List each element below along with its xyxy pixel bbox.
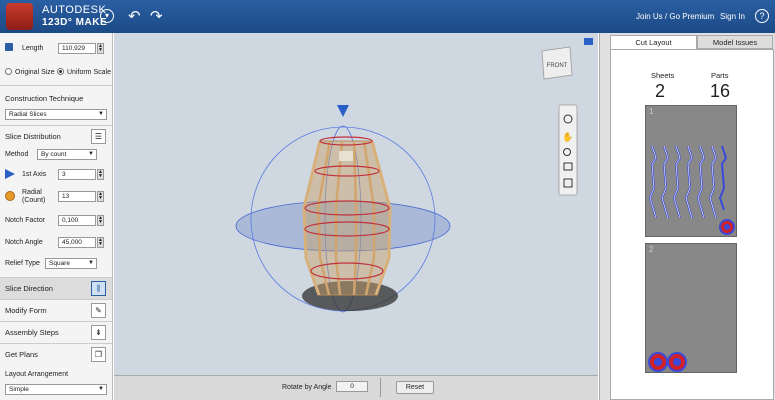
assembly-steps-icon[interactable]: ⇟ bbox=[91, 325, 106, 340]
get-plans-icon[interactable]: ❐ bbox=[91, 347, 106, 362]
radial-label: Radial bbox=[22, 189, 42, 196]
slice-distribution-section: Slice Distribution ☰ Method By count ▼ 1s… bbox=[0, 125, 112, 277]
brand-autodesk: AUTODESK bbox=[42, 4, 107, 16]
sheet-2-parts bbox=[648, 352, 687, 372]
construction-section: Construction Technique Radial Slices ▼ bbox=[0, 85, 112, 125]
layout-arrangement-label: Layout Arrangement bbox=[5, 371, 69, 378]
view-cube[interactable]: FRONT bbox=[541, 46, 573, 80]
help-icon[interactable]: ? bbox=[755, 9, 769, 23]
chevron-down-icon[interactable]: ▾ bbox=[100, 9, 114, 23]
construction-value: Radial Slices bbox=[9, 111, 47, 118]
radial-count-label: (Count) bbox=[22, 197, 46, 204]
sheets-label: Sheets bbox=[651, 71, 675, 80]
axis1-label: 1st Axis bbox=[22, 171, 47, 178]
parts-label: Parts bbox=[711, 71, 729, 80]
method-value: By count bbox=[41, 151, 67, 158]
tab-model-issues[interactable]: Model Issues bbox=[697, 35, 773, 49]
slice-direction-label: Slice Direction bbox=[5, 284, 53, 293]
tab-cut-layout[interactable]: Cut Layout bbox=[610, 35, 697, 49]
angle-input[interactable]: 0 bbox=[336, 381, 368, 392]
length-icon bbox=[5, 43, 13, 51]
view-cube-front-label: FRONT bbox=[547, 63, 568, 69]
undo-icon[interactable]: ↶ bbox=[128, 7, 141, 25]
viewport-expand-icon[interactable] bbox=[584, 38, 593, 45]
length-input[interactable]: 110,929 bbox=[58, 43, 96, 54]
modify-form-icon[interactable]: ✎ bbox=[91, 303, 106, 318]
lamp-model[interactable] bbox=[302, 136, 392, 296]
left-panel: Length 110,929 ▲ ▼ Original Size Uniform … bbox=[0, 33, 113, 400]
right-panel: Cut Layout Model Issues Sheets 2 Parts 1… bbox=[599, 33, 775, 400]
axis1-input[interactable]: 3 bbox=[58, 169, 96, 180]
redo-icon[interactable]: ↷ bbox=[150, 7, 163, 25]
layout-arrangement-value: Simple bbox=[9, 386, 29, 393]
list-icon[interactable]: ☰ bbox=[91, 129, 106, 144]
sheet-2[interactable]: 2 bbox=[645, 243, 737, 373]
notch-factor-input[interactable]: 0,100 bbox=[58, 215, 96, 226]
notch-factor-stepper[interactable]: ▲ ▼ bbox=[97, 215, 104, 226]
join-premium-link[interactable]: Join Us / Go Premium bbox=[636, 12, 714, 21]
rotate-label: Rotate by Angle bbox=[282, 384, 332, 391]
modify-form-label: Modify Form bbox=[5, 306, 47, 315]
sheet-1[interactable]: 1 bbox=[645, 105, 737, 237]
uniform-scale-radio[interactable] bbox=[57, 68, 64, 75]
axis-triangle-icon bbox=[5, 169, 15, 179]
app-header: AUTODESK 123D° MAKE ▾ ↶ ↷ Join Us / Go P… bbox=[0, 0, 775, 33]
3d-viewport[interactable]: FRONT ✋ bbox=[114, 33, 598, 375]
radial-input[interactable]: 13 bbox=[58, 191, 96, 202]
uniform-scale-label: Uniform Scale bbox=[67, 69, 111, 76]
sheets-count: 2 bbox=[655, 81, 666, 101]
notch-factor-label: Notch Factor bbox=[5, 217, 46, 224]
construction-title: Construction Technique bbox=[5, 94, 84, 103]
notch-angle-input[interactable]: 45,000 bbox=[58, 237, 96, 248]
relief-type-dropdown[interactable]: Square ▼ bbox=[45, 258, 97, 269]
original-size-label: Original Size bbox=[15, 69, 55, 76]
assembly-steps-label: Assembly Steps bbox=[5, 328, 59, 337]
viewport-canvas: FRONT ✋ bbox=[235, 38, 593, 313]
axis1-stepper[interactable]: ▲ ▼ bbox=[97, 169, 104, 180]
pan-hand-icon[interactable]: ✋ bbox=[562, 131, 573, 143]
get-plans-section[interactable]: Get Plans ❐ Layout Arrangement Simple ▼ bbox=[0, 343, 112, 400]
length-stepper[interactable]: ▲ ▼ bbox=[97, 43, 104, 54]
relief-type-label: Relief Type bbox=[5, 260, 40, 267]
brand-product: 123D° MAKE bbox=[42, 17, 108, 28]
original-size-radio[interactable] bbox=[5, 68, 12, 75]
construction-dropdown[interactable]: Radial Slices ▼ bbox=[5, 109, 107, 120]
sheet-1-parts bbox=[648, 145, 735, 235]
gizmo-arrow-icon[interactable] bbox=[337, 105, 349, 117]
layout-arrangement-dropdown[interactable]: Simple ▼ bbox=[5, 384, 107, 395]
radial-circle-icon bbox=[5, 191, 15, 201]
app-logo bbox=[6, 3, 33, 30]
rotate-bar: Rotate by Angle 0 Reset bbox=[114, 375, 598, 400]
parts-count: 16 bbox=[710, 81, 731, 101]
slice-distribution-title: Slice Distribution bbox=[5, 132, 61, 141]
modify-form-section[interactable]: Modify Form ✎ bbox=[0, 299, 112, 321]
length-label: Length bbox=[22, 45, 44, 52]
get-plans-label: Get Plans bbox=[5, 350, 38, 359]
slice-direction-icon[interactable]: ⫼ bbox=[91, 281, 106, 296]
nav-toolbar: ✋ bbox=[558, 104, 578, 196]
cut-layout-area: Sheets 2 Parts 16 1 2 bbox=[610, 49, 774, 400]
notch-angle-stepper[interactable]: ▲ ▼ bbox=[97, 237, 104, 248]
divider bbox=[380, 378, 381, 397]
notch-angle-label: Notch Angle bbox=[5, 239, 43, 246]
radial-stepper[interactable]: ▲ ▼ bbox=[97, 191, 104, 202]
assembly-steps-section[interactable]: Assembly Steps ⇟ bbox=[0, 321, 112, 343]
reset-button[interactable]: Reset bbox=[396, 381, 434, 394]
method-label: Method bbox=[5, 151, 29, 158]
method-dropdown[interactable]: By count ▼ bbox=[37, 149, 97, 160]
slice-direction-section[interactable]: Slice Direction ⫼ bbox=[0, 277, 112, 299]
relief-type-value: Square bbox=[49, 260, 70, 267]
sign-in-link[interactable]: Sign In bbox=[720, 12, 745, 21]
